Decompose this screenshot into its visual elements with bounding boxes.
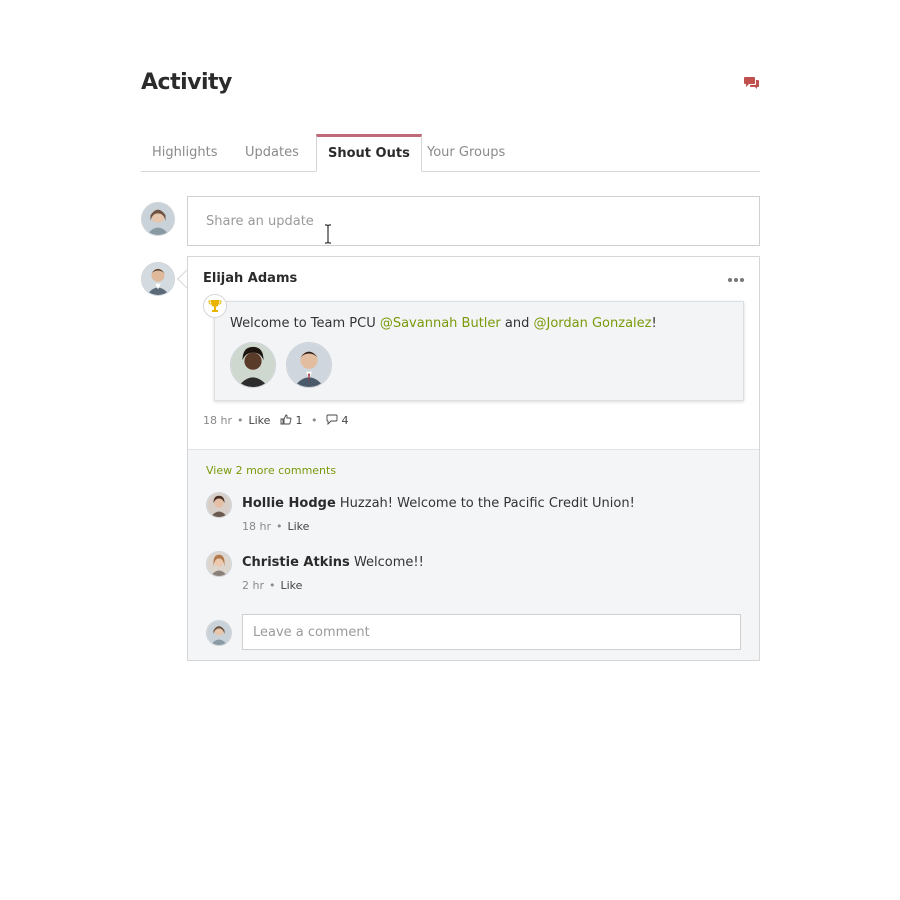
tab-highlights[interactable]: Highlights — [141, 134, 228, 172]
commenter-avatar[interactable] — [206, 492, 232, 518]
share-update-box[interactable] — [187, 196, 760, 246]
thumbs-up-icon — [280, 414, 292, 425]
tab-your-groups[interactable]: Your Groups — [416, 134, 516, 172]
comment-body: Christie Atkins Welcome!! — [242, 555, 424, 570]
shout-out-post: Elijah Adams Welcome to Team PCU @Savann… — [187, 256, 760, 661]
mention-savannah-butler[interactable]: @Savannah Butler — [380, 316, 501, 331]
comment-like-link[interactable]: Like — [281, 579, 303, 592]
recipient-avatar-savannah[interactable] — [230, 342, 276, 388]
comment-body: Hollie Hodge Huzzah! Welcome to the Paci… — [242, 496, 635, 511]
post-author-avatar[interactable] — [141, 262, 175, 296]
view-more-comments-link[interactable]: View 2 more comments — [206, 464, 336, 477]
tab-shout-outs[interactable]: Shout Outs — [316, 134, 422, 172]
post-time: 18 hr — [203, 414, 232, 427]
commenter-name[interactable]: Christie Atkins — [242, 555, 350, 570]
post-author-name[interactable]: Elijah Adams — [203, 271, 297, 286]
current-user-avatar — [141, 202, 175, 236]
post-meta: 18 hr • Like 1 • 4 — [203, 414, 349, 427]
like-count-group[interactable]: 1 — [280, 414, 306, 427]
shout-text-middle: and — [500, 316, 534, 331]
comment-count-group[interactable]: 4 — [322, 414, 348, 427]
comment-like-link[interactable]: Like — [288, 520, 310, 533]
trophy-icon — [208, 300, 222, 312]
comment-time: 2 hr — [242, 579, 264, 592]
shout-text-suffix: ! — [651, 316, 657, 331]
leave-comment-input[interactable] — [243, 615, 740, 649]
share-update-input[interactable] — [188, 197, 759, 245]
commenter-avatar[interactable] — [206, 551, 232, 577]
chat-bubbles-icon[interactable] — [744, 76, 760, 90]
recipient-avatar-jordan[interactable] — [286, 342, 332, 388]
comment-meta: 18 hr • Like — [242, 520, 310, 533]
post-like-link[interactable]: Like — [249, 414, 271, 427]
shout-out-card: Welcome to Team PCU @Savannah Butler and… — [203, 294, 744, 401]
activity-tabs: Highlights Updates Shout Outs Your Group… — [141, 134, 760, 172]
comment-text: Huzzah! Welcome to the Pacific Credit Un… — [339, 496, 635, 511]
current-user-comment-avatar — [206, 620, 232, 646]
comment-text: Welcome!! — [353, 555, 424, 570]
comments-section: View 2 more comments Hollie Hodge Huzzah… — [188, 449, 759, 660]
comment-meta: 2 hr • Like — [242, 579, 303, 592]
trophy-badge — [203, 294, 227, 318]
shout-text-prefix: Welcome to Team PCU — [230, 316, 380, 331]
text-cursor-icon — [325, 224, 331, 244]
comment-time: 18 hr — [242, 520, 271, 533]
comment-bubble-icon — [326, 414, 338, 425]
like-count: 1 — [295, 414, 303, 427]
commenter-name[interactable]: Hollie Hodge — [242, 496, 336, 511]
page-title: Activity — [141, 70, 232, 95]
tab-updates[interactable]: Updates — [234, 134, 310, 172]
leave-comment-box[interactable] — [242, 614, 741, 650]
shout-out-message: Welcome to Team PCU @Savannah Butler and… — [230, 316, 657, 331]
mention-jordan-gonzalez[interactable]: @Jordan Gonzalez — [533, 316, 651, 331]
more-options-icon[interactable] — [727, 277, 745, 283]
comment-count: 4 — [341, 414, 349, 427]
